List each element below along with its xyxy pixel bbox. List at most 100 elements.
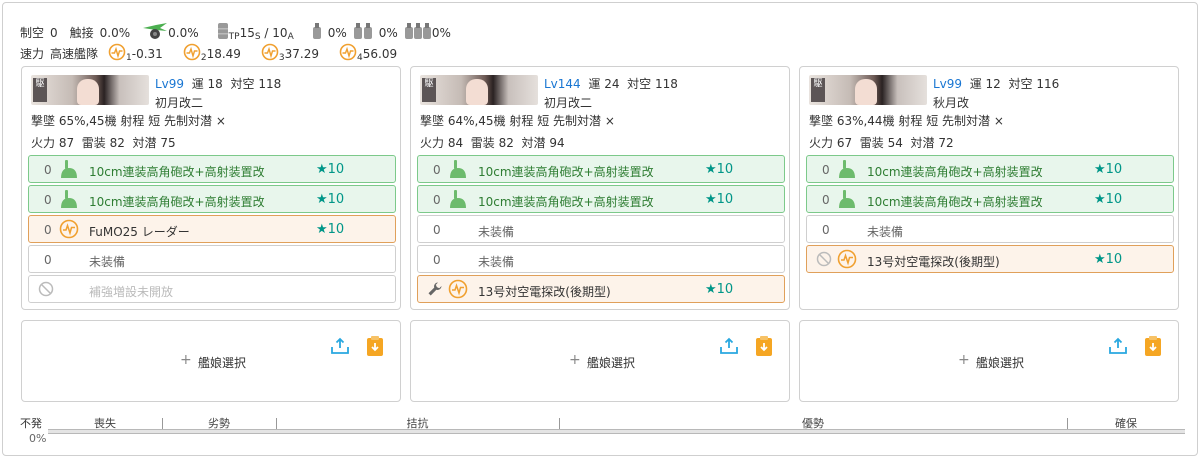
triple-drum-icon — [404, 22, 432, 43]
contact-value: 0.0% — [99, 25, 131, 40]
equipment-slot[interactable]: 0 未装備 — [417, 215, 785, 243]
summary-row-2: 速力 高速艦隊 1 -0.31 2 18.49 3 37.29 4 56.09 — [20, 43, 397, 64]
los-sub: 2 — [200, 52, 207, 63]
ship-stats-line-1: 撃墜 63%,44機 射程 短 先制対潜 × — [809, 114, 1004, 128]
select-ship-label: 艦娘選択 — [198, 356, 247, 370]
clipboard-paste-icon[interactable] — [1144, 335, 1162, 357]
torpedo-label: 雷装 — [470, 136, 495, 150]
slot-plane-count: 0 — [44, 163, 52, 177]
slot-improvement-star: ★10 — [316, 222, 345, 237]
wrench-icon — [427, 281, 443, 297]
luck-value: 24 — [604, 77, 620, 91]
drum-icon — [217, 22, 229, 43]
equipment-slot[interactable]: 13号対空電探改(後期型) ★10 — [806, 245, 1174, 273]
slot-plane-count: 0 — [822, 163, 830, 177]
slot-equipment-name: 補強増設未開放 — [89, 285, 174, 299]
upload-icon[interactable] — [719, 337, 739, 355]
slot-equipment-name: 未装備 — [89, 255, 126, 269]
radar-icon — [448, 279, 468, 299]
luck-value: 18 — [207, 77, 223, 91]
tp-separator: / — [260, 25, 273, 40]
speed-label: 速力 — [20, 47, 45, 61]
drum2-rate: 0% — [378, 25, 398, 40]
ship-type-badge: 駆 — [33, 78, 47, 102]
ship-select-slot[interactable]: + 艦娘選択 — [21, 320, 401, 402]
ship-banner[interactable]: 駆 — [420, 75, 538, 105]
los-sub: 4 — [357, 52, 363, 63]
clipboard-paste-icon[interactable] — [755, 335, 773, 357]
slot-plane-count: 0 — [822, 223, 830, 237]
ship-select-slot[interactable]: + 艦娘選択 — [799, 320, 1179, 402]
ship-name[interactable]: 初月改二 — [544, 94, 592, 111]
ship-banner[interactable]: 駆 — [809, 75, 927, 105]
los-icon — [339, 43, 357, 64]
equipment-slot[interactable]: 0 10cm連装高角砲改+高射装置改 ★10 — [28, 185, 396, 213]
ship-stats-line-2: 火力 87 雷装 82 対潜 75 — [31, 134, 176, 151]
slot-plane-count: 0 — [433, 193, 441, 207]
gun-icon — [837, 189, 857, 209]
asw-label: 対潜 — [132, 136, 157, 150]
equipment-slot[interactable]: 0 10cm連装高角砲改+高射装置改 ★10 — [806, 155, 1174, 183]
luck-label: 運 — [969, 77, 982, 91]
equipment-slot[interactable]: 13号対空電探改(後期型) ★10 — [417, 275, 785, 303]
clipboard-paste-icon[interactable] — [366, 335, 384, 357]
ship-portrait — [466, 79, 488, 105]
aa-value: 118 — [654, 77, 678, 91]
equipment-slot[interactable]: 0 10cm連装高角砲改+高射装置改 ★10 — [806, 185, 1174, 213]
los-item: 3 37.29 — [261, 43, 319, 64]
equipment-slot[interactable]: 補強増設未開放 — [28, 275, 396, 303]
gun-icon — [59, 189, 79, 209]
slot-equipment-name: 10cm連装高角砲改+高射装置改 — [89, 165, 265, 179]
aa-label: 対空 — [1008, 77, 1033, 91]
summary-row-1: 制空 0 触接 0.0% 0.0% TP 15 S / 10 A 0% 0% 0% — [20, 22, 451, 43]
plus-icon: + — [958, 352, 970, 368]
ship-name[interactable]: 初月改二 — [155, 94, 203, 111]
air-bar-label-bottom: 0% — [29, 432, 47, 445]
plane-rate: 0.0% — [168, 25, 199, 40]
slot-equipment-name: 13号対空電探改(後期型) — [867, 255, 1000, 269]
slot-equipment-name: 未装備 — [478, 225, 515, 239]
ship-portrait — [855, 79, 877, 105]
slot-improvement-star: ★10 — [705, 162, 734, 177]
ship-card: 駆 Lv99 運 12 対空 116 秋月改撃墜 63%,44機 射程 短 先制対潜… — [799, 66, 1179, 310]
air-superiority-bar: 不発 0% 喪失 劣勢 拮抗 優勢 確保 — [20, 415, 1185, 455]
slot-plane-count: 0 — [433, 253, 441, 267]
slot-plane-count: 0 — [44, 223, 52, 237]
los-value: 56.09 — [362, 46, 398, 61]
slot-equipment-name: 未装備 — [867, 225, 904, 239]
radar-icon — [837, 249, 857, 269]
los-sub: 3 — [278, 52, 285, 63]
equipment-slot[interactable]: 0 未装備 — [417, 245, 785, 273]
ship-select-slot[interactable]: + 艦娘選択 — [410, 320, 790, 402]
torpedo-value: 82 — [498, 136, 514, 150]
ship-name[interactable]: 秋月改 — [933, 94, 969, 111]
upload-icon[interactable] — [330, 337, 350, 355]
drum3-rate: 0% — [431, 25, 451, 40]
ship-stats-line-2: 火力 84 雷装 82 対潜 94 — [420, 134, 565, 151]
double-drum-icon — [353, 22, 373, 43]
air-control-label: 制空 — [20, 26, 45, 40]
tp-s-value: 15 — [239, 25, 255, 40]
equipment-slot[interactable]: 0 10cm連装高角砲改+高射装置改 ★10 — [28, 155, 396, 183]
equipment-slot[interactable]: 0 未装備 — [28, 245, 396, 273]
slot-equipment-name: 13号対空電探改(後期型) — [478, 285, 611, 299]
ship-card: 駆 Lv99 運 18 対空 118 初月改二 撃墜 65%,45機 射程 短 先制対… — [21, 66, 401, 310]
slot-plane-count: 0 — [433, 223, 441, 237]
los-icon — [183, 43, 201, 64]
aa-label: 対空 — [230, 77, 255, 91]
los-item: 2 18.49 — [183, 43, 241, 64]
upload-icon[interactable] — [1108, 337, 1128, 355]
equipment-slot[interactable]: 0 10cm連装高角砲改+高射装置改 ★10 — [417, 185, 785, 213]
ship-header: Lv99 運 12 対空 116 — [933, 75, 1059, 92]
tp-a-value: 10 — [272, 25, 288, 40]
ship-banner[interactable]: 駆 — [31, 75, 149, 105]
equipment-slot[interactable]: 0 10cm連装高角砲改+高射装置改 ★10 — [417, 155, 785, 183]
luck-value: 12 — [985, 77, 1001, 91]
equipment-slot[interactable]: 0 未装備 — [806, 215, 1174, 243]
radar-icon — [59, 219, 79, 239]
slot-plane-count: 0 — [433, 163, 441, 177]
slot-equipment-name: 10cm連装高角砲改+高射装置改 — [867, 165, 1043, 179]
slot-equipment-name: 10cm連装高角砲改+高射装置改 — [478, 195, 654, 209]
equipment-slot[interactable]: 0 FuMO25 レーダー ★10 — [28, 215, 396, 243]
ship-level: Lv99 — [155, 77, 185, 91]
